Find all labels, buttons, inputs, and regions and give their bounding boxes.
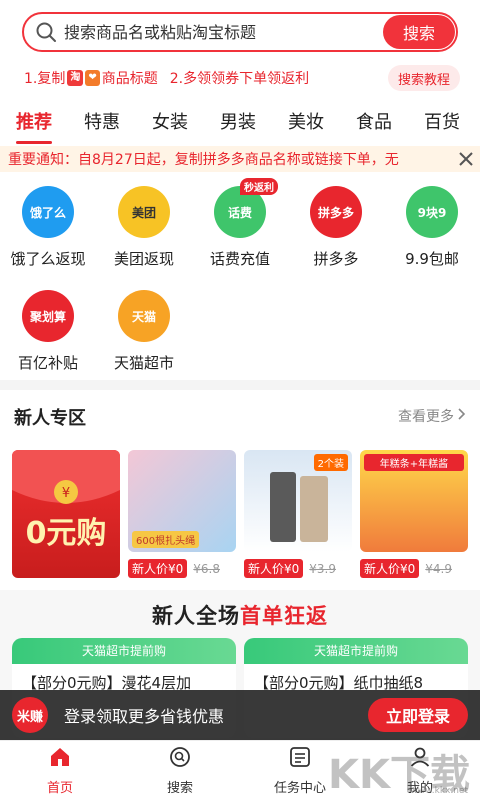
- pinduoduo-icon: 拼多多: [310, 186, 362, 238]
- search-tutorial-button[interactable]: 搜索教程: [387, 65, 460, 91]
- new-user-price: 新人价¥0: [244, 559, 304, 578]
- meituan-icon: 美团: [118, 186, 170, 238]
- promo-header: 天猫超市提前购: [12, 638, 236, 664]
- nav-home[interactable]: 首页: [0, 741, 120, 800]
- product-caption: 2个装: [313, 454, 348, 471]
- entry-label: 话费充值: [209, 250, 270, 268]
- banner-title-accent: 首单狂返: [240, 604, 328, 628]
- banner-title: 新人全场首单狂返: [0, 600, 480, 630]
- product-image: 600根扎头绳: [128, 450, 236, 552]
- new-user-price: 新人价¥0: [360, 559, 420, 578]
- nine-nine-icon: 9块9: [406, 186, 458, 238]
- watermark-url: www.kkx.net: [410, 786, 469, 796]
- product-caption: 600根扎头绳: [132, 531, 200, 548]
- chevron-right-icon: [458, 408, 466, 424]
- original-price: ¥4.9: [425, 561, 452, 576]
- promo-header: 天猫超市提前购: [244, 638, 468, 664]
- tab-recommend[interactable]: 推荐: [0, 104, 68, 144]
- tab-deals[interactable]: 特惠: [68, 104, 136, 144]
- search-bar[interactable]: 搜索: [22, 12, 458, 52]
- login-prompt-text: 登录领取更多省钱优惠: [64, 707, 225, 726]
- login-button[interactable]: 立即登录: [367, 698, 468, 732]
- tmall-icon: ❤: [85, 70, 100, 86]
- entry-label: 饿了么返现: [10, 250, 86, 268]
- entry-phone-recharge[interactable]: 话费 秒返利 话费充值: [192, 178, 288, 269]
- new-user-title: 新人专区: [14, 408, 86, 429]
- original-price: ¥3.9: [309, 561, 336, 576]
- entry-label: 天猫超市: [113, 354, 174, 372]
- zero-buy-card[interactable]: ¥ 0元购: [12, 450, 120, 578]
- new-user-price: 新人价¥0: [128, 559, 188, 578]
- view-more-link[interactable]: 查看更多: [398, 406, 466, 426]
- close-icon[interactable]: [452, 146, 480, 172]
- eleme-icon: 饿了么: [22, 186, 74, 238]
- price-row: 新人价¥0 ¥4.9: [360, 559, 468, 578]
- phone-bill-icon: 话费 秒返利: [214, 178, 278, 238]
- step-1-prefix: 1.复制: [24, 71, 66, 87]
- search-input[interactable]: [64, 22, 383, 42]
- product-card[interactable]: 2个装 新人价¥0 ¥3.9: [244, 450, 352, 580]
- entry-meituan[interactable]: 美团 美团返现: [96, 186, 192, 269]
- tab-general[interactable]: 百货: [408, 104, 476, 144]
- juhuasuan-icon: 聚划算: [22, 290, 74, 342]
- entry-free-shipping[interactable]: 9块9 9.9包邮: [384, 186, 480, 269]
- product-card[interactable]: 年糕条+年糕酱 新人价¥0 ¥4.9: [360, 450, 468, 580]
- login-prompt-bar: 米赚 登录领取更多省钱优惠 立即登录: [0, 690, 480, 740]
- view-more-label: 查看更多: [398, 409, 454, 425]
- notice-text: 重要通知：自8月27日起，复制拼多多商品名称或链接下单，无: [8, 152, 399, 168]
- price-row: 新人价¥0 ¥6.8: [128, 559, 236, 578]
- section-divider: [0, 380, 480, 390]
- zero-buy-text: 0元购: [25, 516, 107, 551]
- search-icon: [28, 14, 64, 50]
- nav-label: 任务中心: [273, 781, 326, 796]
- home-icon: [48, 745, 72, 773]
- tab-beauty[interactable]: 美妆: [272, 104, 340, 144]
- price-row: 新人价¥0 ¥3.9: [244, 559, 352, 578]
- step-1: 1.复制 淘 ❤ 商品标题: [24, 68, 158, 88]
- entry-subsidy[interactable]: 聚划算 百亿补贴: [0, 290, 96, 373]
- step-2: 2.多领领券下单领返利: [169, 71, 310, 87]
- search-button[interactable]: 搜索: [383, 15, 455, 49]
- svg-text:¥: ¥: [62, 486, 70, 501]
- entry-label: 百亿补贴: [17, 354, 78, 372]
- cashback-badge: 秒返利: [240, 178, 278, 195]
- trash-bin-icon: [270, 472, 296, 542]
- trash-bin-icon: [300, 476, 328, 542]
- nav-label: 搜索: [166, 781, 193, 796]
- tab-men[interactable]: 男装: [204, 104, 272, 144]
- taobao-icon: 淘: [67, 70, 84, 86]
- search-icon: [168, 745, 192, 773]
- nav-label: 首页: [46, 781, 73, 796]
- entry-label: 美团返现: [113, 250, 174, 268]
- product-image: 年糕条+年糕酱: [360, 450, 468, 552]
- entry-eleme[interactable]: 饿了么 饿了么返现: [0, 186, 96, 269]
- notice-bar: 重要通知：自8月27日起，复制拼多多商品名称或链接下单，无: [0, 146, 480, 172]
- step-1-suffix: 商品标题: [101, 71, 158, 87]
- entry-tmall-market[interactable]: 天猫 天猫超市: [96, 290, 192, 373]
- tab-food[interactable]: 食品: [340, 104, 408, 144]
- product-caption: 年糕条+年糕酱: [364, 454, 464, 471]
- entry-label: 9.9包邮: [405, 250, 459, 268]
- nav-search[interactable]: 搜索: [120, 741, 240, 800]
- category-tabs: 推荐 特惠 女装 男装 美妆 食品 百货: [0, 104, 480, 144]
- entry-label: 拼多多: [313, 250, 359, 268]
- phone-bill-icon-text: 话费: [227, 205, 252, 220]
- tmall-cat-icon: 天猫: [118, 290, 170, 342]
- product-image: 2个装: [244, 450, 352, 552]
- mizhuan-logo: 米赚: [12, 697, 48, 733]
- entry-pinduoduo[interactable]: 拼多多 拼多多: [288, 186, 384, 269]
- tab-women[interactable]: 女装: [136, 104, 204, 144]
- usage-steps: 1.复制 淘 ❤ 商品标题 2.多领领券下单领返利 搜索教程: [24, 64, 460, 92]
- product-card[interactable]: 600根扎头绳 新人价¥0 ¥6.8: [128, 450, 236, 580]
- original-price: ¥6.8: [193, 561, 220, 576]
- task-icon: [288, 745, 312, 773]
- banner-title-prefix: 新人全场: [152, 604, 240, 628]
